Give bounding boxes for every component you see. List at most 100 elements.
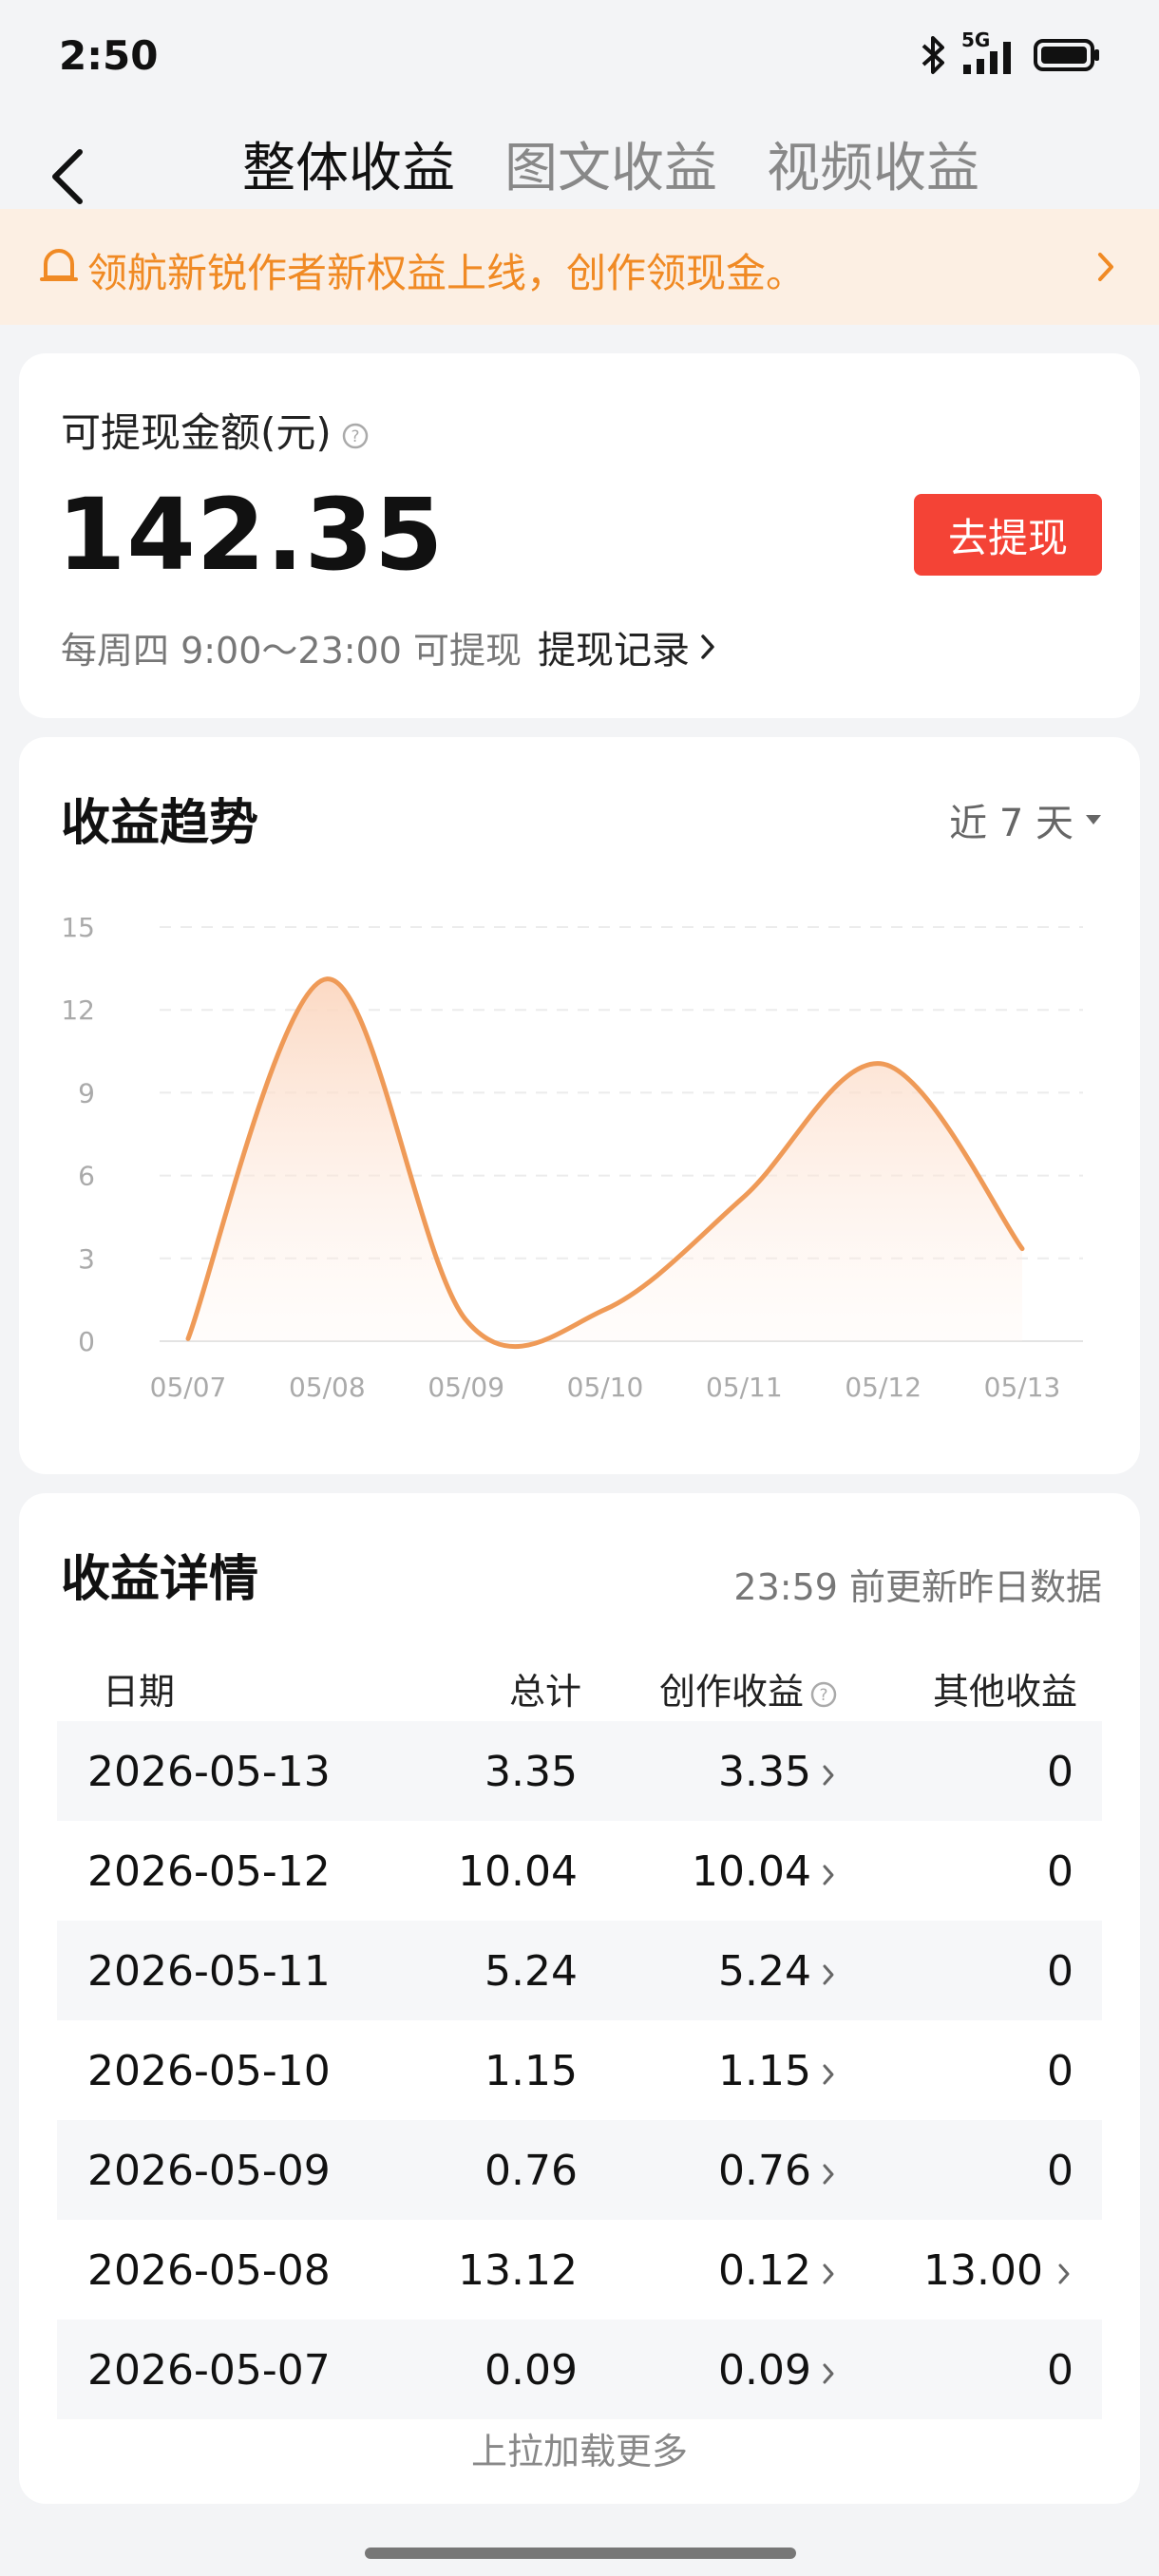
table-row: 2026-05-12 10.04 10.04 0	[57, 1821, 1102, 1921]
row-total: 0.09	[484, 2346, 578, 2395]
x-tick-label: 05/08	[289, 1372, 366, 1403]
chevron-right-icon	[1058, 2263, 1070, 2284]
table-row: 2026-05-11 5.24 5.24 0	[57, 1921, 1102, 2020]
home-indicator[interactable]	[365, 2548, 796, 2559]
status-time: 2:50	[59, 32, 159, 79]
chevron-right-icon	[823, 2064, 834, 2085]
row-total: 0.76	[484, 2147, 578, 2195]
y-tick-label: 15	[61, 912, 95, 943]
table-header: 日期 总计 创作收益 ? 其他收益	[57, 1645, 1102, 1721]
table-row: 2026-05-10 1.15 1.15 0	[57, 2020, 1102, 2120]
row-creation-link[interactable]: 3.35	[718, 1748, 834, 1796]
table-row: 2026-05-07 0.09 0.09 0	[57, 2320, 1102, 2419]
withdraw-button[interactable]: 去提现	[914, 494, 1102, 576]
column-other: 其他收益	[932, 1671, 1077, 1713]
row-creation-link[interactable]: 5.24	[718, 1947, 834, 1996]
column-creation-label: 创作收益	[658, 1671, 804, 1713]
withdraw-schedule: 每周四 9:00～23:00 可提现	[61, 630, 522, 672]
balance-amount: 142.35	[57, 477, 445, 593]
chevron-right-icon	[823, 2363, 834, 2384]
row-date: 2026-05-07	[87, 2346, 331, 2395]
details-note: 23:59 前更新昨日数据	[733, 1566, 1102, 1608]
help-icon[interactable]: ?	[809, 1680, 838, 1709]
row-creation: 3.35	[718, 1748, 811, 1796]
header: 整体收益 图文收益 视频收益	[0, 114, 1159, 209]
help-icon[interactable]: ?	[341, 422, 370, 450]
x-tick-label: 05/09	[428, 1372, 504, 1403]
y-tick-label: 12	[61, 994, 95, 1026]
row-creation: 0.76	[718, 2147, 811, 2195]
row-creation-link[interactable]: 10.04	[692, 1847, 834, 1896]
trend-card: 收益趋势 近 7 天 0 3 6 9 12 15 05/07 05/08 05/09 05/10 0…	[19, 737, 1140, 1474]
row-creation-link[interactable]: 0.12	[718, 2246, 834, 2295]
x-tick-label: 05/13	[984, 1372, 1061, 1403]
row-creation-link[interactable]: 1.15	[718, 2047, 834, 2095]
row-other: 13.00	[923, 2246, 1043, 2295]
row-other: 0	[1047, 1847, 1074, 1896]
row-date: 2026-05-10	[87, 2047, 331, 2095]
tab-overall-earnings[interactable]: 整体收益	[242, 125, 455, 202]
chevron-right-icon	[823, 1964, 834, 1985]
withdraw-record-label: 提现记录	[538, 629, 690, 672]
row-creation: 0.12	[718, 2246, 811, 2295]
row-date: 2026-05-11	[87, 1947, 331, 1996]
tab-article-earnings[interactable]: 图文收益	[504, 125, 717, 202]
load-more[interactable]: 上拉加载更多	[19, 2422, 1140, 2474]
back-button[interactable]	[42, 139, 95, 215]
y-tick-label: 9	[78, 1077, 95, 1108]
chevron-right-icon	[823, 1865, 834, 1885]
row-total: 3.35	[484, 1748, 578, 1796]
row-creation-link[interactable]: 0.76	[718, 2147, 834, 2195]
chevron-right-icon	[701, 635, 714, 659]
row-total: 1.15	[484, 2047, 578, 2095]
status-icons: 5G	[920, 28, 1100, 76]
bluetooth-icon	[922, 36, 944, 74]
chevron-right-icon	[823, 2164, 834, 2185]
x-tick-label: 05/11	[706, 1372, 783, 1403]
row-other-link[interactable]: 13.00	[923, 2246, 1070, 2295]
row-date: 2026-05-12	[87, 1847, 331, 1896]
withdraw-record-link[interactable]: 提现记录	[538, 619, 716, 674]
details-title: 收益详情	[61, 1551, 259, 1608]
row-creation-link[interactable]: 0.09	[718, 2346, 834, 2395]
row-other: 0	[1047, 1748, 1074, 1796]
notice-banner[interactable]: 领航新锐作者新权益上线，创作领现金。	[0, 209, 1159, 325]
row-creation: 1.15	[718, 2047, 811, 2095]
y-tick-label: 3	[78, 1243, 95, 1275]
row-creation: 0.09	[718, 2346, 811, 2395]
column-total: 总计	[508, 1671, 581, 1713]
row-total: 10.04	[458, 1847, 578, 1896]
row-date: 2026-05-09	[87, 2147, 331, 2195]
row-other: 0	[1047, 2346, 1074, 2395]
back-arrow-icon	[52, 149, 83, 204]
row-other: 0	[1047, 2047, 1074, 2095]
y-tick-label: 6	[78, 1161, 95, 1192]
row-other: 0	[1047, 1947, 1074, 1996]
column-creation: 创作收益 ?	[659, 1662, 838, 1714]
tab-bar: 整体收益 图文收益 视频收益	[242, 125, 979, 202]
details-card: 收益详情 23:59 前更新昨日数据 日期 总计 创作收益 ? 其他收益 202…	[19, 1493, 1140, 2504]
svg-text:?: ?	[351, 427, 359, 446]
row-date: 2026-05-13	[87, 1748, 331, 1796]
row-creation: 10.04	[692, 1847, 811, 1896]
signal-icon: 5G	[961, 28, 1020, 76]
chevron-right-icon	[823, 1765, 834, 1786]
column-date: 日期	[103, 1671, 176, 1713]
row-other: 0	[1047, 2147, 1074, 2195]
notice-text: 领航新锐作者新权益上线，创作领现金。	[87, 250, 807, 296]
x-tick-label: 05/07	[150, 1372, 227, 1403]
tab-video-earnings[interactable]: 视频收益	[767, 125, 979, 202]
balance-label: 可提现金额(元)	[61, 409, 332, 456]
x-tick-label: 05/12	[845, 1372, 922, 1403]
balance-card: 可提现金额(元) ? 142.35 去提现 每周四 9:00～23:00 可提现…	[19, 353, 1140, 718]
chevron-right-icon	[1098, 253, 1113, 281]
x-tick-label: 05/10	[567, 1372, 644, 1403]
bell-icon	[40, 249, 78, 281]
svg-text:?: ?	[819, 1686, 827, 1705]
battery-icon	[1034, 39, 1099, 71]
y-tick-label: 0	[78, 1326, 95, 1357]
balance-label-row: 可提现金额(元) ?	[61, 401, 370, 459]
status-bar: 2:50 5G	[0, 0, 1159, 104]
table-row: 2026-05-13 3.35 3.35 0	[57, 1721, 1102, 1821]
earnings-trend-chart: 0 3 6 9 12 15 05/07 05/08 05/09 05/10 05/11 05/12 05…	[61, 912, 1083, 1403]
